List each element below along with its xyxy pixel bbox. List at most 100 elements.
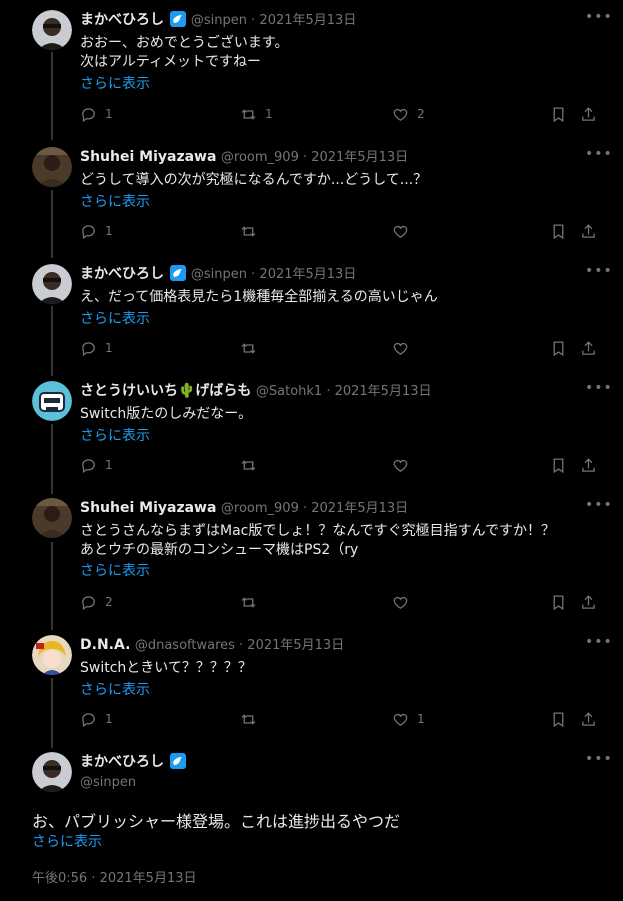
more-icon[interactable]: ••• (585, 752, 612, 772)
reply-button[interactable]: 1 (80, 221, 113, 241)
more-icon[interactable]: ••• (585, 147, 612, 167)
retweet-button[interactable] (240, 338, 265, 358)
reply-button[interactable]: 1 (80, 338, 113, 358)
more-icon[interactable]: ••• (585, 498, 612, 518)
tweet-text: Switch版たのしみだなー。 (80, 406, 253, 422)
avatar[interactable] (32, 498, 72, 538)
tweet-actions: 1 (80, 221, 600, 241)
tweet-header: さとうけいいち🌵げばらも @Satohk1 · 2021年5月13日 (80, 381, 432, 401)
share-button[interactable] (580, 592, 597, 612)
tweet-text: え、だって価格表見たら1機種毎全部揃えるの高いじゃん (80, 289, 438, 305)
verified-badge-icon (170, 265, 187, 281)
reply-tweet[interactable]: まかべひろし @sinpen · 2021年5月13日 ••• え、だって価格表… (0, 264, 623, 374)
bookmark-icon (553, 106, 564, 122)
avatar[interactable] (32, 635, 72, 675)
bookmark-icon (553, 457, 564, 473)
bookmark-button[interactable] (550, 592, 567, 612)
tweet-text: さとうさんならまずはMac版でしょ！？なんですぐ究極目指すんですか！？ あとウチ… (80, 523, 555, 558)
reply-icon (82, 712, 95, 727)
more-icon[interactable]: ••• (585, 635, 612, 655)
reply-button[interactable]: 1 (80, 709, 113, 729)
reply-tweet[interactable]: D.N.A. @dnasoftwares · 2021年5月13日 ••• Sw… (0, 635, 623, 745)
reply-tweet[interactable]: Shuhei Miyazawa @room_909 · 2021年5月13日 •… (0, 147, 623, 257)
share-button[interactable] (580, 104, 597, 124)
verified-badge-icon (170, 753, 187, 769)
like-button[interactable] (392, 338, 417, 358)
like-count: 2 (417, 107, 425, 121)
handle-and-date[interactable]: @Satohk1 · 2021年5月13日 (256, 384, 432, 399)
reply-button[interactable]: 1 (80, 104, 113, 124)
share-button[interactable] (580, 455, 597, 475)
share-button[interactable] (580, 338, 597, 358)
like-button[interactable]: 1 (392, 709, 425, 729)
reply-icon (82, 107, 95, 122)
share-button[interactable] (580, 709, 597, 729)
reply-button[interactable]: 2 (80, 592, 113, 612)
reply-tweet[interactable]: さとうけいいち🌵げばらも @Satohk1 · 2021年5月13日 ••• S… (0, 381, 623, 491)
bookmark-button[interactable] (550, 455, 567, 475)
reply-icon (82, 595, 95, 610)
reply-button[interactable]: 1 (80, 455, 113, 475)
retweet-button[interactable] (240, 221, 265, 241)
retweet-button[interactable] (240, 592, 265, 612)
tweet-actions: 1 (80, 338, 600, 358)
show-more-link[interactable]: さらに表示 (32, 831, 102, 851)
more-icon[interactable]: ••• (585, 264, 612, 284)
avatar[interactable] (32, 10, 72, 50)
tweet-timestamp[interactable]: 午後0:56 · 2021年5月13日 (32, 867, 197, 886)
avatar[interactable] (32, 752, 72, 792)
retweet-icon (241, 459, 256, 471)
author-name[interactable]: まかべひろし (80, 266, 164, 282)
share-button[interactable] (580, 221, 597, 241)
show-more-link[interactable]: さらに表示 (80, 425, 150, 445)
reply-tweet[interactable]: まかべひろし @sinpen · 2021年5月13日 ••• おおー、おめでと… (0, 10, 623, 130)
retweet-button[interactable] (240, 709, 265, 729)
handle-and-date[interactable]: @dnasoftwares · 2021年5月13日 (135, 638, 344, 653)
retweet-count: 1 (265, 107, 273, 121)
retweet-button[interactable] (240, 455, 265, 475)
like-button[interactable] (392, 455, 417, 475)
more-icon[interactable]: ••• (585, 381, 612, 401)
author-name[interactable]: まかべひろし (80, 12, 164, 28)
like-icon (393, 713, 408, 726)
share-icon (582, 711, 595, 726)
like-button[interactable] (392, 221, 417, 241)
share-icon (582, 223, 595, 238)
like-button[interactable]: 2 (392, 104, 425, 124)
author-name[interactable]: まかべひろし (80, 754, 164, 770)
handle-and-date[interactable]: @room_909 · 2021年5月13日 (221, 150, 408, 165)
handle[interactable]: @sinpen (80, 772, 136, 792)
tweet-actions: 2 (80, 592, 600, 612)
bookmark-button[interactable] (550, 221, 567, 241)
retweet-button[interactable]: 1 (240, 104, 273, 124)
handle-and-date[interactable]: @sinpen · 2021年5月13日 (191, 267, 356, 282)
show-more-link[interactable]: さらに表示 (80, 73, 150, 93)
reply-icon (82, 341, 95, 356)
handle-and-date[interactable]: @room_909 · 2021年5月13日 (221, 501, 408, 516)
avatar[interactable] (32, 264, 72, 304)
bookmark-icon (553, 594, 564, 610)
show-more-link[interactable]: さらに表示 (80, 308, 150, 328)
bookmark-icon (553, 223, 564, 239)
tweet-header: まかべひろし (80, 752, 187, 772)
reply-tweet[interactable]: Shuhei Miyazawa @room_909 · 2021年5月13日 •… (0, 498, 623, 628)
avatar[interactable] (32, 147, 72, 187)
retweet-icon (241, 342, 256, 354)
bookmark-icon (553, 711, 564, 727)
bookmark-button[interactable] (550, 709, 567, 729)
like-button[interactable] (392, 592, 417, 612)
author-name[interactable]: Shuhei Miyazawa (80, 149, 216, 165)
bookmark-button[interactable] (550, 104, 567, 124)
author-name[interactable]: さとうけいいち🌵げばらも (80, 383, 251, 399)
handle-and-date[interactable]: @sinpen · 2021年5月13日 (191, 13, 356, 28)
focused-tweet: まかべひろし @sinpen ••• お、パブリッシャー様登場。これは進捗出るや… (0, 752, 623, 892)
author-name[interactable]: D.N.A. (80, 637, 130, 653)
author-name[interactable]: Shuhei Miyazawa (80, 500, 216, 516)
bookmark-button[interactable] (550, 338, 567, 358)
like-icon (393, 459, 408, 472)
avatar[interactable] (32, 381, 72, 421)
show-more-link[interactable]: さらに表示 (80, 560, 150, 580)
show-more-link[interactable]: さらに表示 (80, 191, 150, 211)
more-icon[interactable]: ••• (585, 10, 612, 30)
show-more-link[interactable]: さらに表示 (80, 679, 150, 699)
